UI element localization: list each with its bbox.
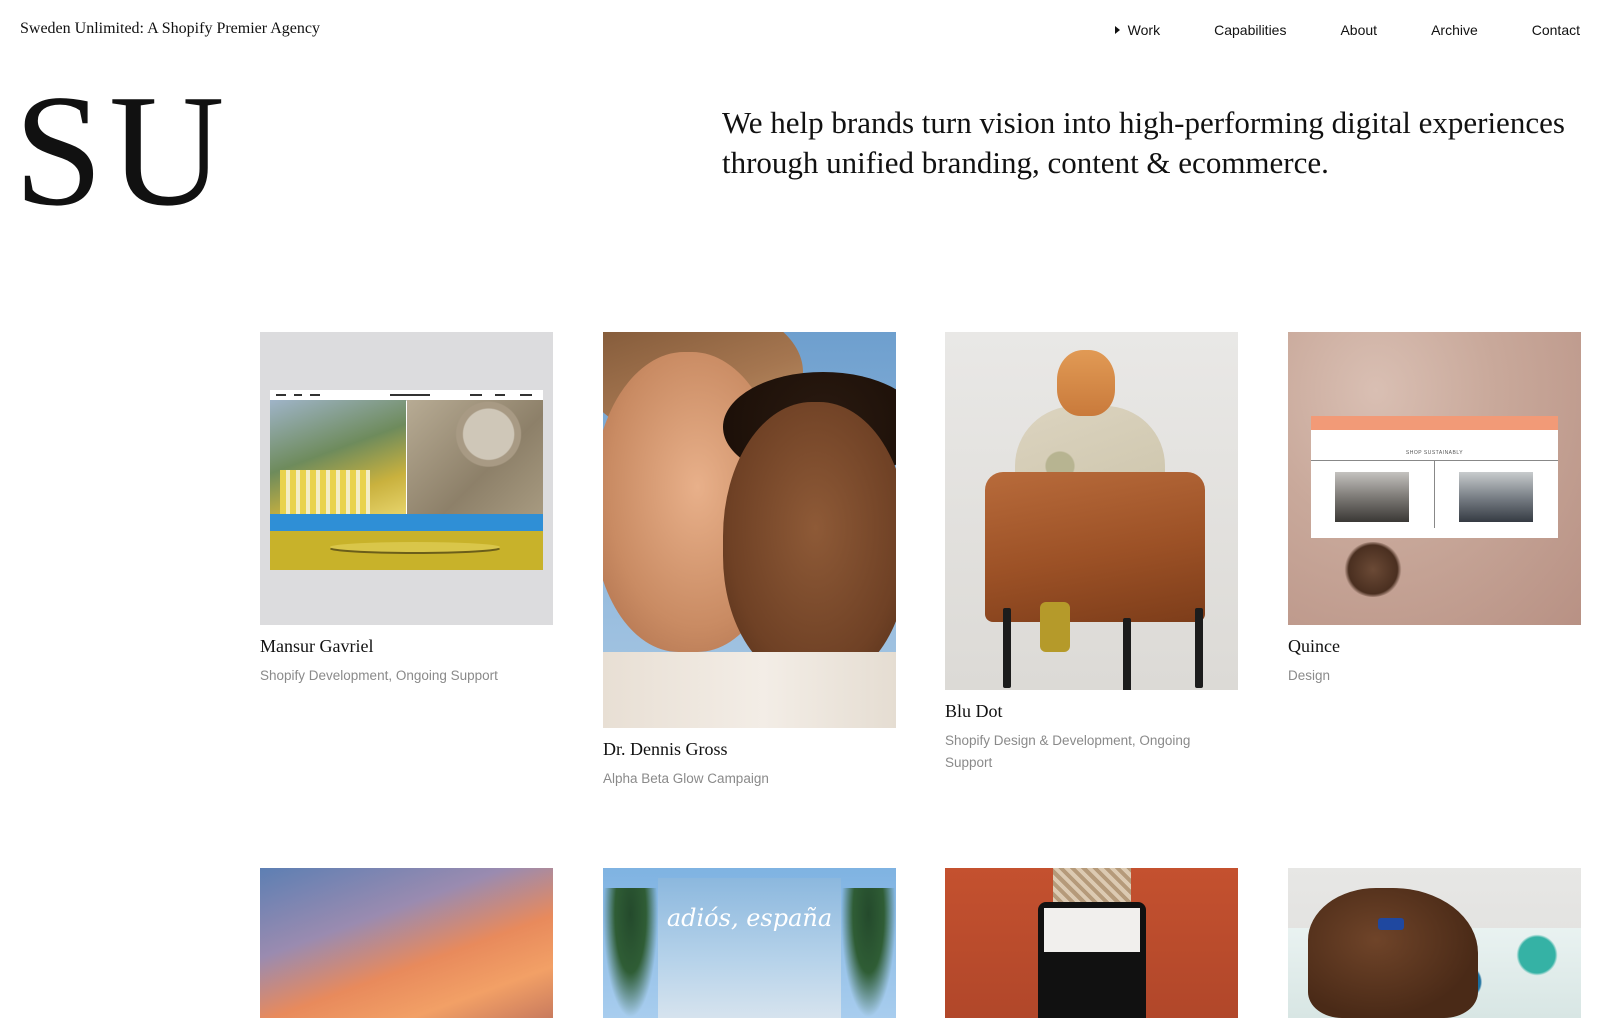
phone-mockup — [1038, 902, 1146, 1018]
project-card[interactable] — [1288, 868, 1581, 1018]
project-card[interactable]: adiós, españa — [603, 868, 896, 1018]
project-title[interactable]: Quince — [1288, 636, 1581, 657]
project-card-mansur-gavriel[interactable]: Mansur Gavriel Shopify Development, Ongo… — [260, 332, 553, 687]
project-card-dr-dennis-gross[interactable]: Dr. Dennis Gross Alpha Beta Glow Campaig… — [603, 332, 896, 790]
project-services: Shopify Design & Development, Ongoing Su… — [945, 733, 1191, 770]
website-mockup: SHOP SUSTAINABLY — [1311, 416, 1558, 538]
project-card-quince[interactable]: SHOP SUSTAINABLY Quince Design — [1288, 332, 1581, 687]
hero-tagline: We help brands turn vision into high-per… — [722, 105, 1565, 180]
project-title[interactable]: Mansur Gavriel — [260, 636, 553, 657]
su-logo: SU — [14, 61, 231, 239]
nav-archive[interactable]: Archive — [1431, 22, 1478, 38]
project-thumbnail[interactable]: adiós, españa — [603, 868, 896, 1018]
website-mockup — [270, 390, 543, 570]
project-card[interactable] — [260, 868, 553, 1018]
project-card[interactable] — [945, 868, 1238, 1018]
project-thumbnail[interactable]: SHOP SUSTAINABLY — [1288, 332, 1581, 625]
caret-right-icon — [1114, 26, 1120, 34]
adios-espana-text: adiós, españa — [666, 904, 833, 932]
nav-work-label: Work — [1127, 22, 1161, 38]
nav-about[interactable]: About — [1340, 22, 1377, 38]
project-thumbnail[interactable] — [260, 868, 553, 1018]
project-thumbnail[interactable] — [260, 332, 553, 625]
dried-flower — [1343, 542, 1403, 597]
model-face — [723, 402, 896, 682]
shoe-photo — [407, 400, 543, 514]
boat-photo — [270, 514, 543, 570]
project-title[interactable]: Blu Dot — [945, 701, 1238, 722]
project-services: Shopify Development, Ongoing Support — [260, 668, 498, 683]
project-thumbnail[interactable] — [603, 332, 896, 728]
main-nav: Work Capabilities About Archive Contact — [1114, 22, 1580, 38]
project-thumbnail[interactable] — [945, 868, 1238, 1018]
project-services: Alpha Beta Glow Campaign — [603, 771, 769, 786]
nav-contact[interactable]: Contact — [1532, 22, 1580, 38]
project-thumbnail[interactable] — [1288, 868, 1581, 1018]
mockup-heading: SHOP SUSTAINABLY — [1405, 450, 1464, 456]
project-title[interactable]: Dr. Dennis Gross — [603, 739, 896, 760]
agency-name-link[interactable]: Sweden Unlimited: A Shopify Premier Agen… — [20, 20, 320, 38]
leather-chair — [985, 472, 1205, 622]
project-services: Design — [1288, 668, 1331, 683]
nav-capabilities[interactable]: Capabilities — [1214, 22, 1286, 38]
project-card-blu-dot[interactable]: Blu Dot Shopify Design & Development, On… — [945, 332, 1238, 774]
nav-work[interactable]: Work — [1114, 22, 1161, 38]
site-header: Sweden Unlimited: A Shopify Premier Agen… — [0, 0, 1600, 62]
bag-photo — [270, 400, 406, 514]
project-thumbnail[interactable] — [945, 332, 1238, 690]
